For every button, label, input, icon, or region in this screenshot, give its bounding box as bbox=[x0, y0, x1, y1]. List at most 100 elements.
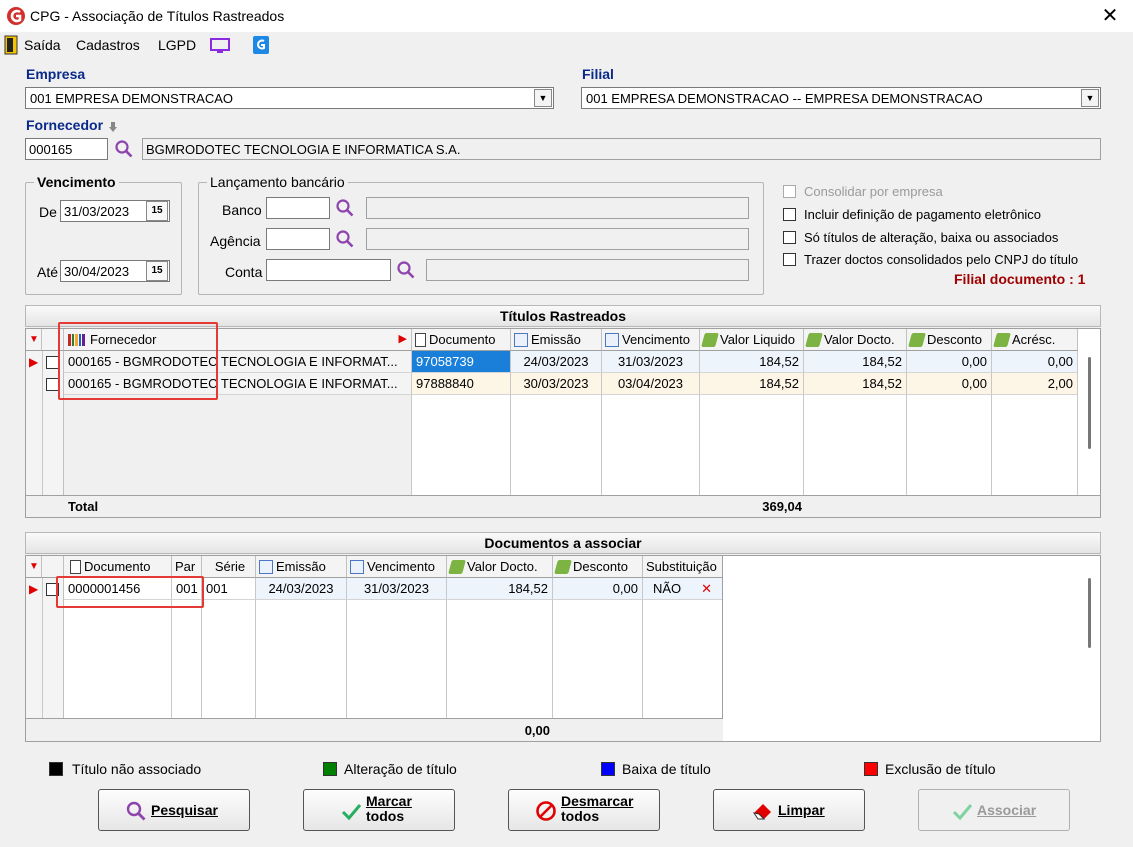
table-cell[interactable]: 0,00 bbox=[992, 351, 1078, 373]
col-header-vencimento[interactable]: Vencimento bbox=[347, 556, 447, 578]
table-cell[interactable]: 03/04/2023 bbox=[602, 373, 700, 395]
header-label: Substituição bbox=[646, 559, 717, 574]
checkbox[interactable] bbox=[783, 253, 796, 266]
menu-saida[interactable]: Saída bbox=[24, 37, 61, 53]
table-cell[interactable]: 24/03/2023 bbox=[256, 578, 347, 600]
banco-input[interactable] bbox=[266, 197, 330, 219]
legend-swatch-black bbox=[49, 762, 63, 776]
table-cell[interactable]: 97888840 bbox=[412, 373, 511, 395]
scrollbar[interactable] bbox=[1088, 357, 1091, 449]
col-header-desconto[interactable]: Desconto bbox=[907, 329, 992, 351]
col-header-substituicao[interactable]: Substituição bbox=[643, 556, 723, 578]
scrollbar[interactable] bbox=[1088, 578, 1091, 648]
col-header-emissao[interactable]: Emissão bbox=[256, 556, 347, 578]
col-header-valor-liquido[interactable]: Valor Liquido bbox=[700, 329, 804, 351]
fornecedor-code-input[interactable]: 000165 bbox=[25, 138, 108, 160]
vencimento-ate-value: 30/04/2023 bbox=[64, 264, 130, 279]
fornecedor-name-field: BGMRODOTEC TECNOLOGIA E INFORMATICA S.A. bbox=[142, 138, 1101, 160]
col-header-valor-docto[interactable]: Valor Docto. bbox=[804, 329, 907, 351]
table-cell[interactable]: 30/03/2023 bbox=[511, 373, 602, 395]
table-cell[interactable]: 184,52 bbox=[447, 578, 553, 600]
table-cell[interactable]: 000165 - BGMRODOTEC TECNOLOGIA E INFORMA… bbox=[64, 373, 412, 395]
option-consolidar[interactable]: Consolidar por empresa bbox=[783, 184, 943, 202]
desmarcar-todos-button[interactable]: Desmarcar todos bbox=[508, 789, 660, 831]
table-cell[interactable]: 001 bbox=[172, 578, 202, 600]
table-cell[interactable]: 184,52 bbox=[804, 373, 907, 395]
table-cell[interactable]: 31/03/2023 bbox=[602, 351, 700, 373]
col-header-desconto[interactable]: Desconto bbox=[553, 556, 643, 578]
table-cell-selected[interactable]: 97058739 bbox=[412, 351, 511, 373]
chevron-down-icon[interactable]: ▼ bbox=[534, 89, 552, 107]
col-header-acresc[interactable]: Acrésc. bbox=[992, 329, 1078, 351]
table-cell[interactable]: 0,00 bbox=[553, 578, 643, 600]
table-cell[interactable]: 0,00 bbox=[907, 373, 992, 395]
substituicao-value: NÃO bbox=[653, 581, 682, 596]
empresa-select[interactable]: 001 EMPRESA DEMONSTRACAO ▼ bbox=[25, 87, 554, 109]
table-cell[interactable]: 184,52 bbox=[700, 351, 804, 373]
row-checkbox[interactable] bbox=[46, 583, 59, 596]
legend-swatch-red bbox=[864, 762, 878, 776]
fornecedor-label: Fornecedor bbox=[26, 117, 104, 133]
header-label: Acrésc. bbox=[1012, 332, 1056, 347]
option-cnpj[interactable]: Trazer doctos consolidados pelo CNPJ do … bbox=[783, 252, 1078, 270]
associar-button[interactable]: Associar bbox=[918, 789, 1070, 831]
calendar-icon[interactable]: 15 bbox=[146, 201, 168, 221]
conta-input[interactable] bbox=[266, 259, 391, 281]
exit-door-icon bbox=[4, 35, 18, 55]
close-icon[interactable]: ✕ bbox=[1098, 4, 1122, 28]
table-cell[interactable]: 2,00 bbox=[992, 373, 1078, 395]
checkmark-icon bbox=[952, 804, 973, 821]
table-cell[interactable]: 0000001456 bbox=[64, 578, 172, 600]
current-row-icon: ▶ bbox=[29, 355, 39, 369]
agencia-input[interactable] bbox=[266, 228, 330, 250]
col-header-serie[interactable]: Série bbox=[202, 556, 256, 578]
delete-x-icon[interactable]: ✕ bbox=[701, 578, 712, 599]
table-cell[interactable]: NÃO ✕ bbox=[643, 578, 723, 600]
title-bar: CPG - Associação de Títulos Rastreados ✕ bbox=[0, 0, 1133, 32]
monitor-icon[interactable] bbox=[209, 37, 231, 55]
menu-cadastros[interactable]: Cadastros bbox=[76, 37, 140, 53]
col-header-valor-docto[interactable]: Valor Docto. bbox=[447, 556, 553, 578]
row-indicator-header: ▼ bbox=[26, 329, 42, 351]
search-icon[interactable] bbox=[335, 198, 355, 218]
checkbox[interactable] bbox=[783, 185, 796, 198]
search-icon[interactable] bbox=[114, 139, 134, 159]
document-icon bbox=[70, 560, 81, 574]
table-cell[interactable]: 0,00 bbox=[907, 351, 992, 373]
table-cell[interactable]: 000165 - BGMRODOTEC TECNOLOGIA E INFORMA… bbox=[64, 351, 412, 373]
checkmark-icon bbox=[341, 804, 362, 821]
table-cell[interactable]: 31/03/2023 bbox=[347, 578, 447, 600]
col-header-emissao[interactable]: Emissão bbox=[511, 329, 602, 351]
option-pagamento-eletronico[interactable]: Incluir definição de pagamento eletrônic… bbox=[783, 207, 1041, 225]
option-so-titulos[interactable]: Só títulos de alteração, baixa ou associ… bbox=[783, 230, 1058, 248]
col-header-par[interactable]: Par bbox=[172, 556, 202, 578]
option-label: Só títulos de alteração, baixa ou associ… bbox=[804, 230, 1059, 245]
col-header-documento[interactable]: Documento bbox=[412, 329, 511, 351]
table-cell[interactable]: 184,52 bbox=[804, 351, 907, 373]
col-header-documento[interactable]: Documento bbox=[64, 556, 172, 578]
search-icon[interactable] bbox=[396, 260, 416, 280]
menu-lgpd[interactable]: LGPD bbox=[158, 37, 196, 53]
calendar-icon bbox=[605, 333, 619, 347]
checkbox[interactable] bbox=[783, 208, 796, 221]
option-label: Trazer doctos consolidados pelo CNPJ do … bbox=[804, 252, 1079, 267]
table-cell[interactable]: 24/03/2023 bbox=[511, 351, 602, 373]
chevron-down-icon[interactable]: ▼ bbox=[1081, 89, 1099, 107]
pesquisar-button[interactable]: Pesquisar bbox=[98, 789, 250, 831]
barcode-icon bbox=[68, 334, 85, 346]
limpar-button[interactable]: Limpar bbox=[713, 789, 865, 831]
col-header-fornecedor[interactable]: Fornecedor ▶ bbox=[64, 329, 412, 351]
legend-swatch-blue bbox=[601, 762, 615, 776]
row-checkbox[interactable] bbox=[46, 378, 59, 391]
filial-select[interactable]: 001 EMPRESA DEMONSTRACAO -- EMPRESA DEMO… bbox=[581, 87, 1101, 109]
row-checkbox[interactable] bbox=[46, 356, 59, 369]
search-icon[interactable] bbox=[335, 229, 355, 249]
table-cell[interactable]: 184,52 bbox=[700, 373, 804, 395]
table-cell[interactable]: 001 bbox=[202, 578, 256, 600]
g-logo-icon[interactable] bbox=[252, 35, 270, 55]
calendar-icon[interactable]: 15 bbox=[146, 261, 168, 281]
col-header-vencimento[interactable]: Vencimento bbox=[602, 329, 700, 351]
marcar-todos-button[interactable]: Marcar todos bbox=[303, 789, 455, 831]
checkbox[interactable] bbox=[783, 231, 796, 244]
banco-desc-field bbox=[366, 197, 749, 219]
